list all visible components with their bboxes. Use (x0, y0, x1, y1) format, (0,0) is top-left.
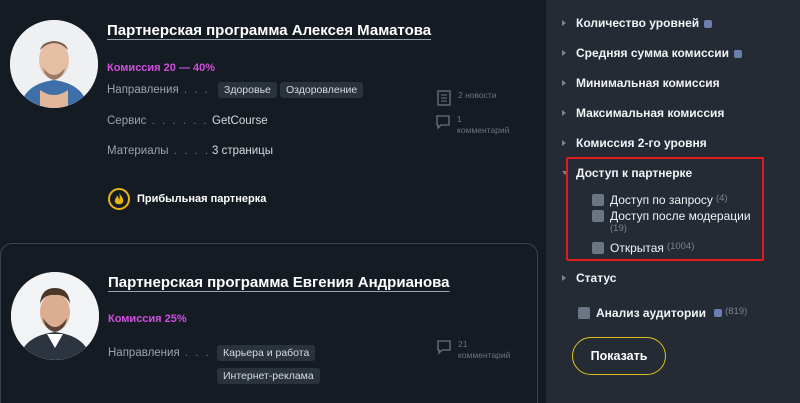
directions-row: Направления . . . (107, 84, 210, 96)
option-label: Анализ аудитории (596, 306, 707, 320)
filter-commission-level2[interactable]: Комиссия 2-го уровня (562, 136, 707, 150)
service-row: Сервис . . . . . . . GetCourse (107, 115, 268, 127)
leader-dots: . . . . . . . (146, 115, 220, 127)
person-photo-icon (10, 20, 98, 108)
service-label: Сервис (107, 115, 147, 127)
comments-word: комментарий (458, 350, 511, 360)
filter-label: Минимальная комиссия (576, 76, 720, 90)
filter-label: Статус (576, 271, 617, 285)
document-icon (437, 90, 451, 106)
directions-label: Направления (108, 347, 180, 359)
chevron-right-icon (562, 50, 566, 56)
partner-card: Партнерская программа Евгения Андрианова… (0, 243, 538, 403)
chevron-right-icon (562, 110, 566, 116)
help-icon[interactable] (714, 309, 723, 317)
news-count[interactable]: 2 новости (437, 90, 497, 106)
materials-row: Материалы . . . . 3 страницы (107, 145, 273, 157)
filter-avg-commission[interactable]: Средняя сумма комиссии (562, 46, 743, 60)
comments-number: 21 (458, 339, 468, 349)
leader-dots: . . . . (168, 145, 211, 157)
news-text: 2 новости (458, 90, 497, 100)
profitable-label: Прибыльная партнерка (137, 193, 267, 205)
comments-word: комментарий (457, 125, 510, 135)
partner-card: Партнерская программа Алексея Маматова К… (0, 0, 538, 243)
checkbox[interactable] (578, 307, 590, 319)
materials-value: 3 страницы (212, 145, 274, 157)
direction-tag[interactable]: Карьера и работа (217, 345, 316, 361)
commission-label: Комиссия 25% (108, 313, 187, 325)
flame-icon (108, 188, 130, 210)
chevron-right-icon (562, 140, 566, 146)
comments-number: 1 (457, 114, 462, 124)
comment-icon (436, 115, 450, 130)
partner-list: Партнерская программа Алексея Маматова К… (0, 0, 546, 403)
filter-audience[interactable]: Анализ аудитории (819) (578, 306, 747, 320)
filter-max-commission[interactable]: Максимальная комиссия (562, 106, 725, 120)
card-title[interactable]: Партнерская программа Алексея Маматова (107, 22, 431, 39)
filter-levels[interactable]: Количество уровней (562, 16, 713, 30)
show-button[interactable]: Показать (572, 337, 666, 375)
leader-dots: . . . (179, 347, 211, 359)
chevron-right-icon (562, 275, 566, 281)
filter-label: Комиссия 2-го уровня (576, 136, 707, 150)
help-icon[interactable] (704, 20, 713, 28)
commission-label: Комиссия 20 — 40% (107, 62, 216, 74)
materials-label: Материалы (107, 145, 169, 157)
option-count: (819) (725, 306, 748, 317)
leader-dots: . . . (178, 84, 210, 96)
card-title[interactable]: Партнерская программа Евгения Андрианова (108, 274, 450, 291)
service-value: GetCourse (212, 115, 268, 127)
comment-icon (437, 340, 451, 355)
access-filter-highlight (566, 157, 764, 261)
avatar[interactable] (11, 272, 99, 360)
filter-label: Максимальная комиссия (576, 106, 725, 120)
direction-tag[interactable]: Оздоровление (280, 82, 364, 98)
directions-row: Направления . . . (108, 347, 211, 359)
chevron-right-icon (562, 20, 566, 26)
direction-tag[interactable]: Интернет-реклама (217, 368, 320, 384)
help-icon[interactable] (734, 50, 743, 58)
filter-label: Количество уровней (576, 16, 700, 30)
comments-count[interactable]: 21 комментарий (437, 339, 511, 361)
directions-label: Направления (107, 84, 179, 96)
filter-label: Средняя сумма комиссии (576, 46, 730, 60)
direction-tag[interactable]: Здоровье (218, 82, 277, 98)
comments-count[interactable]: 1 комментарий (436, 114, 510, 136)
avatar[interactable] (10, 20, 98, 108)
person-photo-icon (11, 272, 99, 360)
filter-min-commission[interactable]: Минимальная комиссия (562, 76, 720, 90)
filter-status[interactable]: Статус (562, 271, 617, 285)
profitable-badge: Прибыльная партнерка (108, 188, 266, 210)
chevron-right-icon (562, 80, 566, 86)
